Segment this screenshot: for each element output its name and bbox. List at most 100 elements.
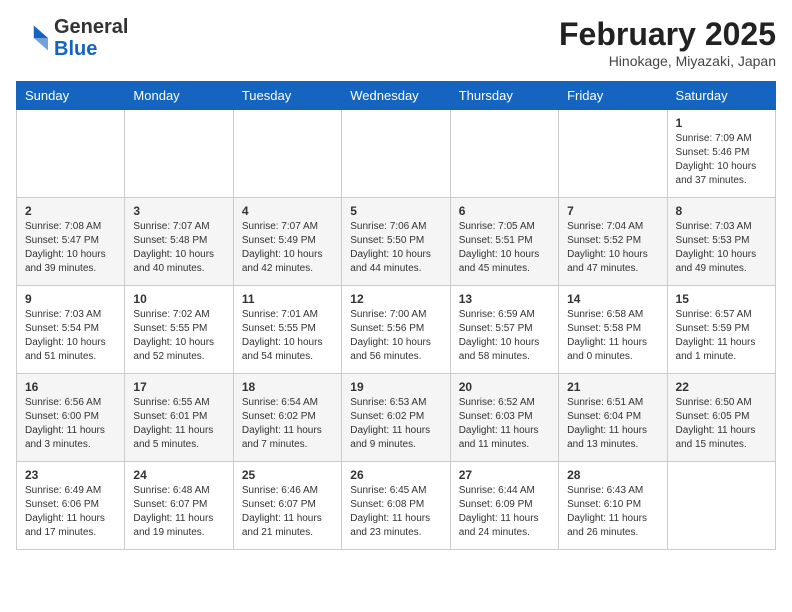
calendar-week-5: 23 Sunrise: 6:49 AM Sunset: 6:06 PM Dayli… bbox=[17, 462, 776, 550]
day-number: 1 bbox=[676, 116, 767, 130]
day-info: Sunrise: 7:04 AM Sunset: 5:52 PM Dayligh… bbox=[567, 220, 658, 276]
day-info: Sunrise: 6:45 AM Sunset: 6:08 PM Dayligh… bbox=[350, 484, 441, 540]
calendar-week-4: 16 Sunrise: 6:56 AM Sunset: 6:00 PM Dayli… bbox=[17, 374, 776, 462]
calendar-cell bbox=[17, 110, 125, 198]
day-info: Sunrise: 7:03 AM Sunset: 5:53 PM Dayligh… bbox=[676, 220, 767, 276]
day-info: Sunrise: 6:46 AM Sunset: 6:07 PM Dayligh… bbox=[242, 484, 333, 540]
calendar-cell: 23 Sunrise: 6:49 AM Sunset: 6:06 PM Dayli… bbox=[17, 462, 125, 550]
location-subtitle: Hinokage, Miyazaki, Japan bbox=[559, 53, 776, 69]
day-number: 14 bbox=[567, 292, 658, 306]
day-info: Sunrise: 6:51 AM Sunset: 6:04 PM Dayligh… bbox=[567, 396, 658, 452]
day-number: 18 bbox=[242, 380, 333, 394]
calendar-cell: 8 Sunrise: 7:03 AM Sunset: 5:53 PM Daylig… bbox=[667, 198, 775, 286]
day-number: 5 bbox=[350, 204, 441, 218]
day-info: Sunrise: 6:53 AM Sunset: 6:02 PM Dayligh… bbox=[350, 396, 441, 452]
day-number: 26 bbox=[350, 468, 441, 482]
calendar-cell: 20 Sunrise: 6:52 AM Sunset: 6:03 PM Dayli… bbox=[450, 374, 558, 462]
day-info: Sunrise: 6:54 AM Sunset: 6:02 PM Dayligh… bbox=[242, 396, 333, 452]
logo: General Blue bbox=[16, 16, 128, 60]
calendar-cell: 6Sunrise: 7:05 AM Sunset: 5:51 PM Daylig… bbox=[450, 198, 558, 286]
day-info: Sunrise: 6:59 AM Sunset: 5:57 PM Dayligh… bbox=[459, 308, 550, 364]
calendar-cell: 26 Sunrise: 6:45 AM Sunset: 6:08 PM Dayli… bbox=[342, 462, 450, 550]
day-number: 8 bbox=[676, 204, 767, 218]
calendar-cell: 4 Sunrise: 7:07 AM Sunset: 5:49 PM Daylig… bbox=[233, 198, 341, 286]
day-info: Sunrise: 6:57 AM Sunset: 5:59 PM Dayligh… bbox=[676, 308, 767, 364]
calendar-header-wednesday: Wednesday bbox=[342, 82, 450, 110]
calendar-cell: 9 Sunrise: 7:03 AM Sunset: 5:54 PM Daylig… bbox=[17, 286, 125, 374]
day-info: Sunrise: 6:52 AM Sunset: 6:03 PM Dayligh… bbox=[459, 396, 550, 452]
day-number: 4 bbox=[242, 204, 333, 218]
calendar-cell: 25 Sunrise: 6:46 AM Sunset: 6:07 PM Dayli… bbox=[233, 462, 341, 550]
logo-icon bbox=[16, 22, 48, 54]
calendar-header-thursday: Thursday bbox=[450, 82, 558, 110]
calendar-cell bbox=[342, 110, 450, 198]
day-number: 12 bbox=[350, 292, 441, 306]
month-title: February 2025 bbox=[559, 16, 776, 53]
logo-text: General Blue bbox=[54, 16, 128, 60]
calendar-week-3: 9 Sunrise: 7:03 AM Sunset: 5:54 PM Daylig… bbox=[17, 286, 776, 374]
day-info: Sunrise: 7:00 AM Sunset: 5:56 PM Dayligh… bbox=[350, 308, 441, 364]
calendar-cell: 27 Sunrise: 6:44 AM Sunset: 6:09 PM Dayli… bbox=[450, 462, 558, 550]
calendar-cell bbox=[125, 110, 233, 198]
day-number: 27 bbox=[459, 468, 550, 482]
calendar-cell: 12 Sunrise: 7:00 AM Sunset: 5:56 PM Dayli… bbox=[342, 286, 450, 374]
calendar-cell: 13 Sunrise: 6:59 AM Sunset: 5:57 PM Dayli… bbox=[450, 286, 558, 374]
calendar-cell: 28 Sunrise: 6:43 AM Sunset: 6:10 PM Dayli… bbox=[559, 462, 667, 550]
day-info: Sunrise: 7:06 AM Sunset: 5:50 PM Dayligh… bbox=[350, 220, 441, 276]
calendar-cell bbox=[233, 110, 341, 198]
calendar-header-monday: Monday bbox=[125, 82, 233, 110]
calendar-week-1: 1 Sunrise: 7:09 AM Sunset: 5:46 PM Daylig… bbox=[17, 110, 776, 198]
day-number: 7 bbox=[567, 204, 658, 218]
calendar-cell bbox=[667, 462, 775, 550]
calendar-cell: 16 Sunrise: 6:56 AM Sunset: 6:00 PM Dayli… bbox=[17, 374, 125, 462]
day-info: Sunrise: 7:07 AM Sunset: 5:48 PM Dayligh… bbox=[133, 220, 224, 276]
calendar-cell: 14 Sunrise: 6:58 AM Sunset: 5:58 PM Dayli… bbox=[559, 286, 667, 374]
day-info: Sunrise: 6:50 AM Sunset: 6:05 PM Dayligh… bbox=[676, 396, 767, 452]
day-number: 13 bbox=[459, 292, 550, 306]
day-number: 3 bbox=[133, 204, 224, 218]
calendar-cell: 18 Sunrise: 6:54 AM Sunset: 6:02 PM Dayli… bbox=[233, 374, 341, 462]
day-info: Sunrise: 6:58 AM Sunset: 5:58 PM Dayligh… bbox=[567, 308, 658, 364]
day-number: 15 bbox=[676, 292, 767, 306]
day-number: 2 bbox=[25, 204, 116, 218]
day-number: 28 bbox=[567, 468, 658, 482]
calendar-cell: 5 Sunrise: 7:06 AM Sunset: 5:50 PM Daylig… bbox=[342, 198, 450, 286]
calendar-cell: 1 Sunrise: 7:09 AM Sunset: 5:46 PM Daylig… bbox=[667, 110, 775, 198]
day-number: 25 bbox=[242, 468, 333, 482]
calendar-cell bbox=[559, 110, 667, 198]
calendar: SundayMondayTuesdayWednesdayThursdayFrid… bbox=[16, 81, 776, 550]
calendar-cell: 17 Sunrise: 6:55 AM Sunset: 6:01 PM Dayli… bbox=[125, 374, 233, 462]
day-number: 9 bbox=[25, 292, 116, 306]
day-info: Sunrise: 6:48 AM Sunset: 6:07 PM Dayligh… bbox=[133, 484, 224, 540]
day-number: 19 bbox=[350, 380, 441, 394]
day-number: 23 bbox=[25, 468, 116, 482]
calendar-cell: 22Sunrise: 6:50 AM Sunset: 6:05 PM Dayli… bbox=[667, 374, 775, 462]
day-info: Sunrise: 6:55 AM Sunset: 6:01 PM Dayligh… bbox=[133, 396, 224, 452]
day-info: Sunrise: 6:44 AM Sunset: 6:09 PM Dayligh… bbox=[459, 484, 550, 540]
calendar-cell: 10 Sunrise: 7:02 AM Sunset: 5:55 PM Dayli… bbox=[125, 286, 233, 374]
day-number: 10 bbox=[133, 292, 224, 306]
day-info: Sunrise: 7:03 AM Sunset: 5:54 PM Dayligh… bbox=[25, 308, 116, 364]
day-info: Sunrise: 6:43 AM Sunset: 6:10 PM Dayligh… bbox=[567, 484, 658, 540]
day-number: 24 bbox=[133, 468, 224, 482]
calendar-cell: 7 Sunrise: 7:04 AM Sunset: 5:52 PM Daylig… bbox=[559, 198, 667, 286]
calendar-cell: 3 Sunrise: 7:07 AM Sunset: 5:48 PM Daylig… bbox=[125, 198, 233, 286]
day-info: Sunrise: 7:09 AM Sunset: 5:46 PM Dayligh… bbox=[676, 132, 767, 188]
calendar-header-row: SundayMondayTuesdayWednesdayThursdayFrid… bbox=[17, 82, 776, 110]
day-number: 17 bbox=[133, 380, 224, 394]
day-number: 11 bbox=[242, 292, 333, 306]
day-info: Sunrise: 7:01 AM Sunset: 5:55 PM Dayligh… bbox=[242, 308, 333, 364]
day-info: Sunrise: 6:49 AM Sunset: 6:06 PM Dayligh… bbox=[25, 484, 116, 540]
calendar-cell: 19 Sunrise: 6:53 AM Sunset: 6:02 PM Dayli… bbox=[342, 374, 450, 462]
day-info: Sunrise: 7:08 AM Sunset: 5:47 PM Dayligh… bbox=[25, 220, 116, 276]
header: General Blue February 2025 Hinokage, Miy… bbox=[16, 16, 776, 69]
calendar-cell bbox=[450, 110, 558, 198]
day-number: 20 bbox=[459, 380, 550, 394]
calendar-cell: 21Sunrise: 6:51 AM Sunset: 6:04 PM Dayli… bbox=[559, 374, 667, 462]
day-info: Sunrise: 7:02 AM Sunset: 5:55 PM Dayligh… bbox=[133, 308, 224, 364]
day-info: Sunrise: 7:07 AM Sunset: 5:49 PM Dayligh… bbox=[242, 220, 333, 276]
calendar-cell: 15 Sunrise: 6:57 AM Sunset: 5:59 PM Dayli… bbox=[667, 286, 775, 374]
day-number: 16 bbox=[25, 380, 116, 394]
calendar-header-sunday: Sunday bbox=[17, 82, 125, 110]
day-info: Sunrise: 6:56 AM Sunset: 6:00 PM Dayligh… bbox=[25, 396, 116, 452]
